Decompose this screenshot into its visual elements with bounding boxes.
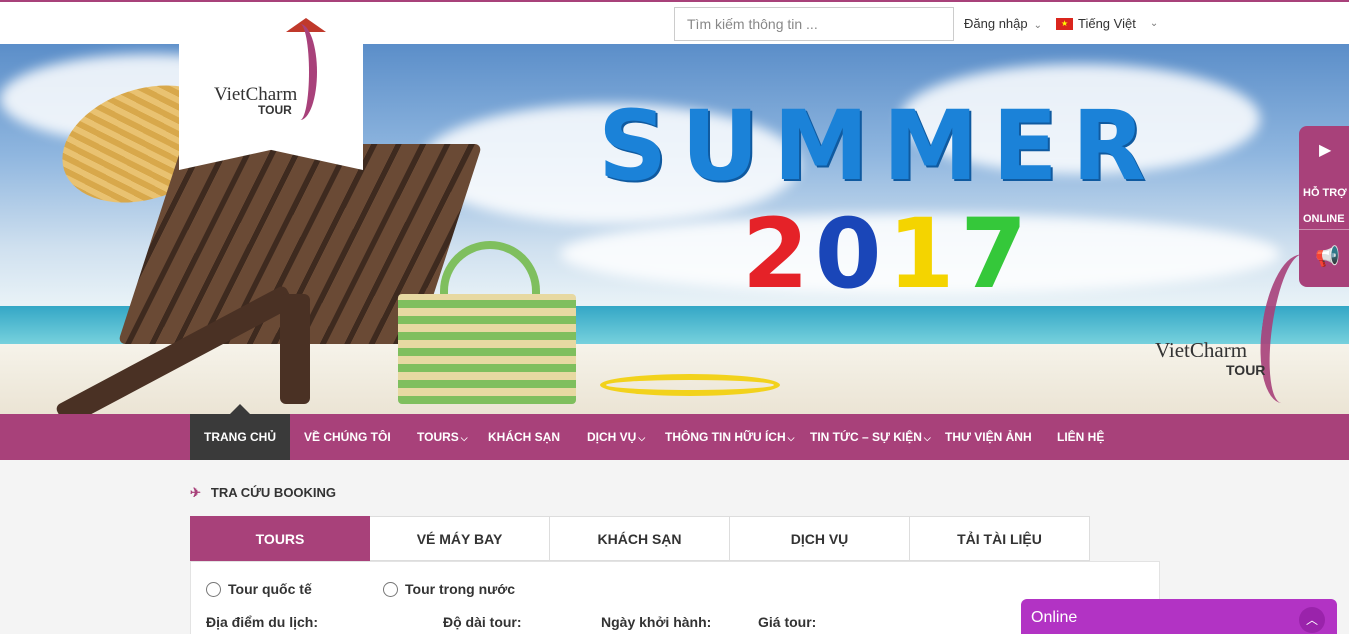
tab-documents[interactable]: TẢI TÀI LIỆU xyxy=(910,516,1090,561)
megaphone-icon[interactable]: 📢 xyxy=(1315,244,1340,269)
nav-label: THÔNG TIN HỮU ÍCH xyxy=(665,430,786,444)
watermark-brand: VietCharm xyxy=(1155,338,1248,362)
year-digit: 7 xyxy=(960,198,1034,310)
chevron-down-icon: ⌵ xyxy=(638,433,646,443)
login-label: Đăng nhập xyxy=(964,16,1028,31)
nav-label: VỀ CHÚNG TÔI xyxy=(304,430,391,444)
nav-label: KHÁCH SẠN xyxy=(488,430,560,444)
beach-chair-leg xyxy=(280,294,310,404)
chevron-down-icon: ⌵ xyxy=(787,433,795,443)
divider xyxy=(1299,229,1349,230)
logo-tour: TOUR xyxy=(258,103,292,117)
watermark-tour: TOUR xyxy=(1226,362,1266,378)
tab-services[interactable]: DỊCH VỤ xyxy=(730,516,910,561)
plane-icon: ✈ xyxy=(190,485,201,500)
login-menu[interactable]: Đăng nhập ⌄ xyxy=(964,16,1042,31)
site-logo[interactable]: VietCharm TOUR xyxy=(179,2,363,170)
tab-hotels[interactable]: KHÁCH SẠN xyxy=(550,516,730,561)
year-digit: 1 xyxy=(887,198,961,310)
chevron-down-icon: ⌄ xyxy=(1033,20,1043,31)
year-digit: 2 xyxy=(742,198,815,310)
play-icon: ▶ xyxy=(1319,142,1332,159)
nav-item-about[interactable]: VỀ CHÚNG TÔI xyxy=(304,414,391,460)
nav-label: LIÊN HỆ xyxy=(1057,430,1105,444)
label-price: Giá tour: xyxy=(758,614,817,630)
language-label: Tiếng Việt xyxy=(1078,16,1136,31)
search-input[interactable]: Tìm kiếm thông tin ... xyxy=(674,7,954,41)
banner-headline: SUMMER xyxy=(598,90,1160,202)
sandals xyxy=(600,374,780,396)
year-digit: 0 xyxy=(814,198,888,310)
tab-tours[interactable]: TOURS xyxy=(190,516,370,561)
booking-tabs: TOURS VÉ MÁY BAY KHÁCH SẠN DỊCH VỤ TẢI T… xyxy=(190,516,1090,561)
nav-label: DỊCH VỤ xyxy=(587,430,637,444)
tab-flights[interactable]: VÉ MÁY BAY xyxy=(370,516,550,561)
main-nav: TRANG CHỦ VỀ CHÚNG TÔI TOURS ⌵ KHÁCH SẠN … xyxy=(0,414,1349,460)
language-selector[interactable]: Tiếng Việt ⌄ xyxy=(1056,16,1158,31)
nav-item-news[interactable]: TIN TỨC – SỰ KIỆN ⌵ xyxy=(810,414,931,460)
nav-item-home[interactable]: TRANG CHỦ xyxy=(190,414,290,460)
label-destination: Địa điểm du lịch: xyxy=(206,614,319,630)
label-duration: Độ dài tour: xyxy=(443,614,522,630)
booking-title-text: TRA CỨU BOOKING xyxy=(210,485,337,500)
radio-international[interactable]: Tour quốc tế xyxy=(206,581,312,597)
chevron-up-icon[interactable]: ︿ xyxy=(1299,607,1325,633)
support-label: HỖ TRỢ ONLINE xyxy=(1303,180,1347,232)
nav-label: THƯ VIỆN ẢNH xyxy=(945,430,1032,444)
beach-basket xyxy=(398,294,576,404)
chat-label: Online xyxy=(1031,609,1078,626)
nav-item-contact[interactable]: LIÊN HỆ xyxy=(1057,414,1104,460)
radio-button[interactable] xyxy=(206,581,221,597)
booking-title: ✈ TRA CỨU BOOKING xyxy=(190,485,336,501)
vietnam-flag-icon xyxy=(1056,17,1073,30)
banner-year: 2017 xyxy=(742,206,1033,302)
radio-label: Tour quốc tế xyxy=(228,581,312,597)
online-support-tab[interactable]: ▶ HỖ TRỢ ONLINE 📢 xyxy=(1299,126,1349,287)
radio-domestic[interactable]: Tour trong nước xyxy=(383,581,515,597)
chevron-down-icon: ⌵ xyxy=(923,433,931,443)
nav-item-gallery[interactable]: THƯ VIỆN ẢNH xyxy=(945,414,1032,460)
chevron-down-icon: ⌵ xyxy=(460,433,468,443)
nav-item-useful-info[interactable]: THÔNG TIN HỮU ÍCH ⌵ xyxy=(665,414,794,460)
nav-label: TOURS xyxy=(417,430,459,444)
chevron-down-icon: ⌄ xyxy=(1149,18,1159,29)
nav-item-hotels[interactable]: KHÁCH SẠN xyxy=(488,414,560,460)
nav-label: TIN TỨC – SỰ KIỆN xyxy=(810,430,922,444)
nav-label: TRANG CHỦ xyxy=(204,430,276,444)
nav-item-tours[interactable]: TOURS ⌵ xyxy=(417,414,468,460)
radio-button[interactable] xyxy=(383,581,398,597)
support-line1: HỖ TRỢ xyxy=(1303,187,1347,199)
nav-item-services[interactable]: DỊCH VỤ ⌵ xyxy=(587,414,645,460)
booking-panel: Tour quốc tế Tour trong nước Địa điểm du… xyxy=(190,561,1160,634)
label-departure: Ngày khởi hành: xyxy=(601,614,712,630)
active-nav-pointer xyxy=(230,404,250,414)
online-chat-widget[interactable]: Online ︿ xyxy=(1021,599,1337,634)
radio-label: Tour trong nước xyxy=(405,581,516,597)
